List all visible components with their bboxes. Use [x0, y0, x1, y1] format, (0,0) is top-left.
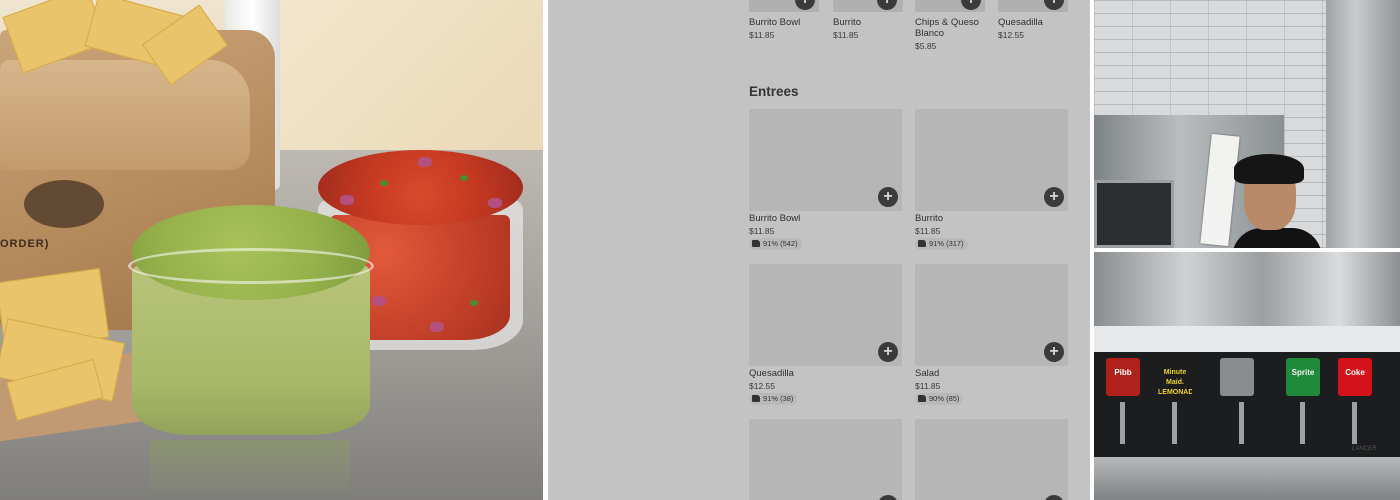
item-name: Burrito	[915, 213, 943, 224]
rating-badge: 91% (38)	[749, 393, 798, 405]
menu-item-card[interactable]: + Quesadilla $12.55	[998, 0, 1068, 60]
photo-cilantro	[380, 180, 388, 186]
menu-item-card[interactable]: + Chips & Queso Blanco $5.85	[915, 0, 985, 60]
photo-drip-tray	[1094, 457, 1400, 500]
item-thumbnail	[915, 419, 1068, 500]
photo-nozzle	[1120, 402, 1125, 444]
photo-nozzle	[1352, 402, 1357, 444]
photo-dispenser-button	[1220, 358, 1254, 396]
item-price: $11.85	[749, 226, 775, 236]
photo-coke-button: Coke	[1338, 358, 1372, 396]
photo-cilantro	[460, 175, 468, 181]
item-price: $12.55	[749, 381, 775, 391]
photo-sprite-button: Sprite	[1286, 358, 1320, 396]
rating-text: 90% (85)	[929, 394, 960, 403]
photo-onion	[340, 195, 354, 205]
plus-icon[interactable]: +	[878, 342, 898, 362]
item-name: Burrito	[833, 17, 861, 28]
rating-text: 91% (317)	[929, 239, 964, 248]
hero-food-photo: ORDER)	[0, 0, 543, 500]
item-name: Burrito Bowl	[749, 213, 801, 224]
plus-icon[interactable]: +	[878, 187, 898, 207]
thumbs-up-icon	[752, 240, 760, 247]
rating-badge: 91% (542)	[749, 238, 802, 250]
photo-onion	[430, 322, 444, 332]
thumbs-up-icon	[918, 240, 926, 247]
photo-person-cap	[1234, 154, 1304, 184]
photo-onion	[488, 198, 502, 208]
section-title-entrees: Entrees	[749, 84, 799, 99]
rating-text: 91% (38)	[763, 394, 794, 403]
menu-item-card[interactable]: + Burrito Bowl $11.85 91% (542)	[749, 109, 902, 254]
item-name: Quesadilla	[998, 17, 1043, 28]
photo-bag-text: ORDER)	[0, 238, 50, 250]
photo-fridge-door	[1094, 180, 1174, 248]
photo-reflection	[150, 440, 350, 500]
item-thumbnail	[749, 419, 902, 500]
menu-item-card[interactable]: +	[749, 419, 902, 500]
photo-steel-panel	[1326, 0, 1400, 248]
item-name: Quesadilla	[749, 368, 794, 379]
photo-bag-fold	[0, 60, 250, 170]
kitchen-staff-photo	[1094, 0, 1400, 248]
menu-item-card[interactable]: + Burrito $11.85 91% (317)	[915, 109, 1068, 254]
photo-lemonade-button: Minute Maid. LEMONADE	[1158, 358, 1192, 396]
item-name: Salad	[915, 368, 940, 379]
menu-item-card[interactable]: +	[915, 419, 1068, 500]
rating-badge: 90% (85)	[915, 393, 964, 405]
photo-cilantro	[470, 300, 478, 306]
plus-icon[interactable]: +	[1044, 187, 1064, 207]
menu-item-card[interactable]: + Salad $11.85 90% (85)	[915, 264, 1068, 409]
photo-onion	[418, 157, 432, 167]
photo-pibb-button: Pibb	[1106, 358, 1140, 396]
soda-fountain-photo: Pibb Minute Maid. LEMONADE Sprite Coke L…	[1094, 252, 1400, 500]
photo-maker-mark: LANCER	[1352, 446, 1377, 452]
plus-icon[interactable]: +	[1044, 342, 1064, 362]
photo-wall	[270, 0, 543, 150]
photo-bag-logo	[24, 180, 104, 228]
item-price: $11.85	[833, 30, 859, 40]
item-name: Chips & Queso Blanco	[915, 17, 979, 39]
photo-nozzle	[1300, 402, 1305, 444]
item-price: $5.85	[915, 41, 937, 51]
item-price: $11.85	[915, 226, 941, 236]
photo-nozzle	[1172, 402, 1177, 444]
thumbs-up-icon	[918, 395, 926, 402]
rating-badge: 91% (317)	[915, 238, 968, 250]
menu-panel: + Burrito Bowl $11.85 + Burrito $11.85 +…	[548, 0, 1090, 500]
photo-guacamole-rim	[128, 248, 374, 284]
thumbs-up-icon	[752, 395, 760, 402]
photo-onion	[372, 296, 386, 306]
menu-item-card[interactable]: + Burrito $11.85	[833, 0, 903, 60]
menu-item-card[interactable]: + Burrito Bowl $11.85	[749, 0, 819, 60]
item-name: Burrito Bowl	[749, 17, 801, 28]
item-price: $11.85	[915, 381, 941, 391]
menu-item-card[interactable]: + Quesadilla $12.55 91% (38)	[749, 264, 902, 409]
rating-text: 91% (542)	[763, 239, 798, 248]
item-price: $11.85	[749, 30, 775, 40]
item-price: $12.55	[998, 30, 1024, 40]
photo-nozzle	[1239, 402, 1244, 444]
